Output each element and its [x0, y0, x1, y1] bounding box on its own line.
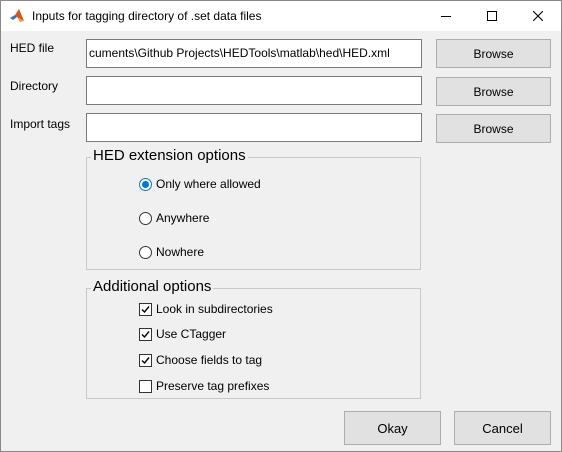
- radio-selected-icon: [139, 177, 152, 191]
- additional-options-title: Additional options: [91, 278, 214, 295]
- checkbox-checked-icon: [139, 327, 152, 341]
- matlab-icon: [9, 8, 25, 24]
- checkbox-look-in-subdirectories[interactable]: Look in subdirectories: [139, 302, 273, 316]
- hed-extension-title: HED extension options: [91, 147, 248, 164]
- maximize-icon[interactable]: [469, 1, 515, 31]
- radio-only-where-allowed[interactable]: Only where allowed: [139, 177, 261, 191]
- radio-unselected-icon: [139, 245, 152, 259]
- checkbox-label: Preserve tag prefixes: [156, 379, 270, 393]
- import-tags-label: Import tags: [10, 117, 71, 131]
- checkbox-label: Choose fields to tag: [156, 353, 263, 367]
- directory-label: Directory: [10, 79, 59, 93]
- okay-button[interactable]: Okay: [344, 411, 441, 445]
- checkbox-label: Use CTagger: [156, 327, 227, 341]
- minimize-icon[interactable]: [423, 1, 469, 31]
- directory-input[interactable]: [86, 76, 422, 105]
- import-tags-input[interactable]: [86, 113, 422, 142]
- hed-extension-group: [86, 157, 421, 270]
- checkbox-use-ctagger[interactable]: Use CTagger: [139, 327, 226, 341]
- window-title: Inputs for tagging directory of .set dat…: [32, 9, 262, 23]
- hed-file-label: HED file: [10, 41, 55, 55]
- dialog-window: Inputs for tagging directory of .set dat…: [0, 0, 562, 452]
- checkbox-label: Look in subdirectories: [156, 302, 273, 316]
- checkbox-preserve-tag-prefixes[interactable]: Preserve tag prefixes: [139, 379, 269, 393]
- radio-label: Nowhere: [156, 245, 205, 259]
- import-tags-browse-button[interactable]: Browse: [436, 114, 551, 143]
- hed-file-value: cuments\Github Projects\HEDTools\matlab\…: [89, 46, 390, 60]
- radio-label: Only where allowed: [156, 177, 261, 191]
- directory-browse-button[interactable]: Browse: [436, 77, 551, 106]
- checkbox-unchecked-icon: [139, 379, 152, 393]
- checkbox-checked-icon: [139, 302, 152, 316]
- radio-unselected-icon: [139, 211, 152, 225]
- close-icon[interactable]: [515, 1, 561, 31]
- radio-nowhere[interactable]: Nowhere: [139, 245, 204, 259]
- radio-label: Anywhere: [156, 211, 210, 225]
- checkbox-checked-icon: [139, 353, 152, 367]
- cancel-button[interactable]: Cancel: [454, 411, 551, 445]
- hed-file-browse-button[interactable]: Browse: [436, 39, 551, 68]
- radio-anywhere[interactable]: Anywhere: [139, 211, 209, 225]
- hed-file-input[interactable]: cuments\Github Projects\HEDTools\matlab\…: [86, 39, 422, 68]
- checkbox-choose-fields-to-tag[interactable]: Choose fields to tag: [139, 353, 262, 367]
- title-bar[interactable]: Inputs for tagging directory of .set dat…: [1, 1, 561, 31]
